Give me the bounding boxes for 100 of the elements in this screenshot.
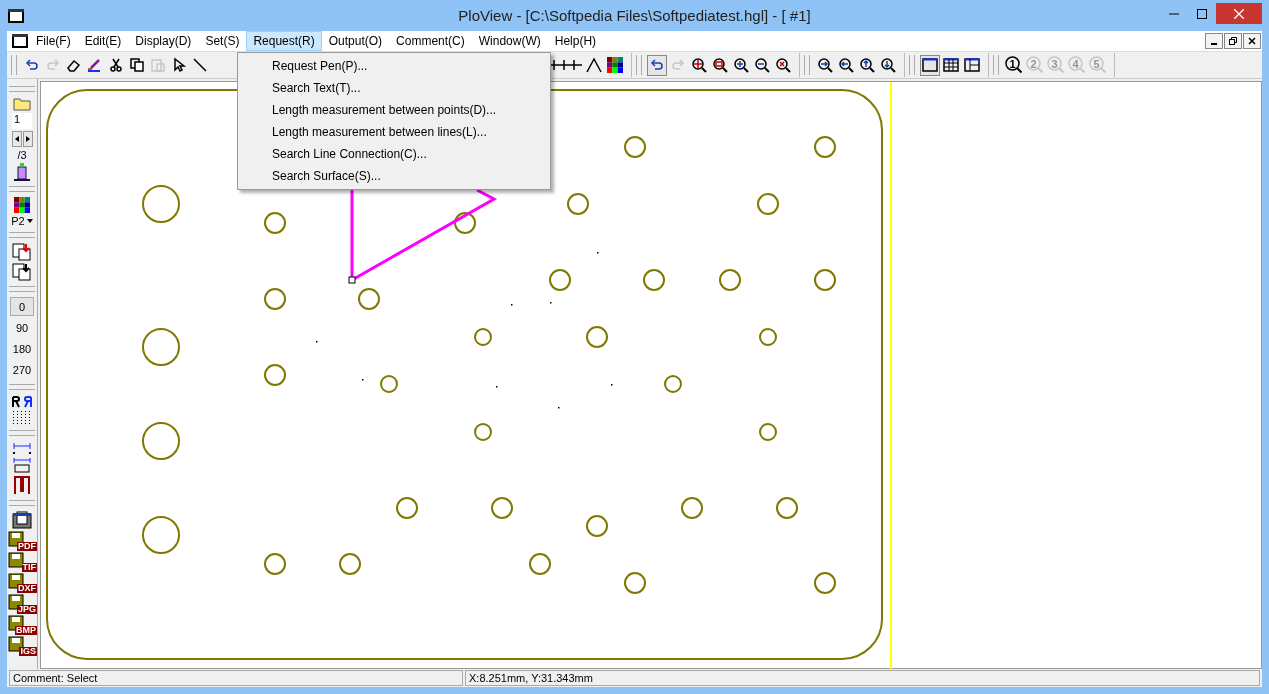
menu-item[interactable]: Set(S): [198, 31, 247, 51]
hole-circle: [491, 497, 513, 519]
document-arrow-icon[interactable]: [12, 263, 32, 281]
format-label: PDF: [17, 542, 37, 551]
menu-item[interactable]: Help(H): [547, 31, 604, 51]
menu-option[interactable]: Search Line Connection(C)...: [238, 143, 550, 165]
menu-option[interactable]: Length measurement between points(D)...: [238, 99, 550, 121]
copy-icon[interactable]: [129, 57, 145, 73]
menu-option[interactable]: Search Text(T)...: [238, 77, 550, 99]
line-icon[interactable]: [192, 57, 208, 73]
page-count: /3: [17, 149, 27, 161]
format-label: IGS: [19, 647, 37, 656]
undo-icon[interactable]: [649, 57, 665, 73]
hole-circle: [759, 423, 777, 441]
arrow-magnifier-icon[interactable]: [859, 57, 875, 73]
save-as-button[interactable]: JPG: [8, 594, 36, 613]
hole-circle: [681, 497, 703, 519]
menu-item[interactable]: File(F): [29, 31, 78, 51]
menu-item[interactable]: Request(R): [246, 31, 322, 51]
menu-option[interactable]: Request Pen(P)...: [238, 55, 550, 77]
next-button[interactable]: [22, 131, 33, 147]
save-as-button[interactable]: TIF: [8, 552, 36, 571]
document-arrow-icon[interactable]: [12, 243, 32, 261]
close-button[interactable]: [1243, 33, 1261, 49]
magnifier-icon[interactable]: [691, 57, 707, 73]
minimize-button[interactable]: [1205, 33, 1223, 49]
status-comment: Comment: Select: [9, 670, 463, 686]
previous-button[interactable]: [11, 131, 22, 147]
menu-item[interactable]: Output(O): [321, 31, 390, 51]
restore-button[interactable]: [1224, 33, 1242, 49]
close-icon: [1234, 8, 1244, 19]
ticks-icon[interactable]: [548, 57, 582, 73]
hole-circle: [549, 269, 571, 291]
hole-circle: [719, 269, 741, 291]
hole-circle: [142, 185, 180, 223]
document-icon[interactable]: [11, 33, 29, 49]
hole-circle: [814, 572, 836, 594]
cut-icon[interactable]: [108, 57, 124, 73]
hole-circle: [624, 136, 646, 158]
window-title: PloView - [C:\Softpedia Files\Softpediatest.hgl] - [ #1]: [457, 7, 812, 24]
menu-option[interactable]: Search Surface(S)...: [238, 165, 550, 187]
format-label: JPG: [17, 605, 37, 614]
arrow-magnifier-icon[interactable]: [817, 57, 833, 73]
hole-circle: [142, 328, 180, 366]
save-as-button[interactable]: PDF: [8, 531, 36, 550]
folder-icon[interactable]: [13, 97, 31, 111]
single-window-icon[interactable]: [922, 57, 938, 73]
hole-circle: [358, 288, 380, 310]
menu-item[interactable]: Window(W): [471, 31, 548, 51]
hole-circle: [586, 515, 608, 537]
eraser-icon[interactable]: [66, 57, 82, 73]
palette-icon[interactable]: [607, 57, 623, 73]
zoom-out-icon[interactable]: [754, 57, 770, 73]
printer-icon[interactable]: [12, 511, 32, 529]
hole-circle: [757, 193, 779, 215]
grid-window-icon[interactable]: [943, 57, 959, 73]
split-window-icon[interactable]: [964, 57, 980, 73]
pointer-icon[interactable]: [171, 57, 187, 73]
pen-dropdown[interactable]: P2: [11, 215, 33, 227]
hole-circle: [264, 553, 286, 575]
hole-circle: [396, 497, 418, 519]
pen-icon[interactable]: [87, 57, 103, 73]
dimension-icon[interactable]: [12, 441, 32, 455]
rotation-button[interactable]: 270: [10, 360, 34, 379]
save-as-button[interactable]: BMP: [8, 615, 36, 634]
hole-circle: [264, 364, 286, 386]
hole-circle: [264, 212, 286, 234]
caret-icon: [26, 219, 33, 223]
close-icon: [1248, 37, 1256, 45]
save-as-button[interactable]: DXF: [8, 573, 36, 592]
numbered-magnifier-icon[interactable]: 1: [1005, 56, 1023, 74]
rotation-button[interactable]: 0: [10, 297, 34, 316]
right-arrow-icon: [25, 136, 30, 142]
rotation-button[interactable]: 180: [10, 339, 34, 358]
hole-circle: [814, 136, 836, 158]
arrow-magnifier-icon[interactable]: [838, 57, 854, 73]
magnifier-icon[interactable]: [775, 57, 791, 73]
zigzag-icon[interactable]: [13, 475, 31, 495]
menu-item[interactable]: Edit(E): [77, 31, 129, 51]
arrow-magnifier-icon[interactable]: [880, 57, 896, 73]
magnifier-icon[interactable]: [712, 57, 728, 73]
palette-icon[interactable]: [14, 197, 30, 213]
hole-circle: [776, 497, 798, 519]
restore-icon: [1229, 37, 1237, 45]
hole-circle: [624, 572, 646, 594]
rotation-button[interactable]: 90: [10, 318, 34, 337]
zoom-in-icon[interactable]: [733, 57, 749, 73]
hole-circle: [529, 553, 551, 575]
save-as-button[interactable]: IGS: [8, 636, 36, 655]
menu-item[interactable]: Comment(C): [389, 31, 472, 51]
page-field[interactable]: 1: [12, 113, 32, 129]
hole-circle: [142, 516, 180, 554]
undo-icon[interactable]: [24, 57, 40, 73]
menu-item[interactable]: Display(D): [128, 31, 199, 51]
vertex-handle[interactable]: [348, 276, 356, 284]
left-arrow-icon: [14, 136, 19, 142]
plotter-icon[interactable]: [12, 163, 32, 181]
peak-icon[interactable]: [586, 57, 602, 73]
maximize-icon: [1197, 8, 1207, 19]
menu-option[interactable]: Length measurement between lines(L)...: [238, 121, 550, 143]
